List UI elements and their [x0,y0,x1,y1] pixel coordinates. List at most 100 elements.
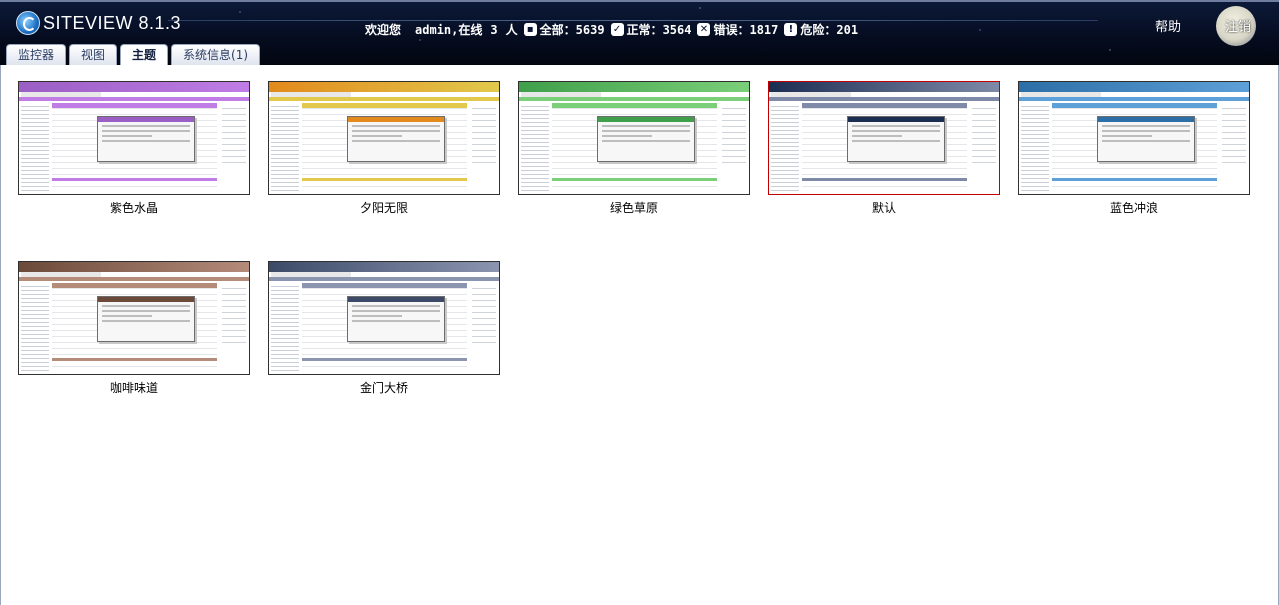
preview-toolbar [1019,97,1249,101]
preview-side-panel [222,103,246,163]
theme-name: 蓝色冲浪 [1109,201,1158,215]
theme-option[interactable]: 默认 [768,81,1000,216]
theme-name: 绿色草原 [609,201,658,215]
app-logo: SITEVIEW 8.1.3 [16,10,181,36]
theme-option[interactable]: 夕阳无限 [268,81,500,216]
preview-table-header [552,103,717,108]
preview-footer [1052,178,1217,181]
preview-tree [271,103,299,191]
theme-option[interactable]: 咖啡味道 [18,261,250,396]
ok-check-icon: ✓ [610,23,624,36]
main-tabs: 监控器 视图 主题 系统信息(1) [6,44,263,65]
ok-label: 正常： [626,23,663,37]
tab-views[interactable]: 视图 [69,44,118,65]
theme-option[interactable]: 蓝色冲浪 [1018,81,1250,216]
preview-table-header [302,103,467,108]
preview-side-panel [722,103,746,163]
preview-tree [21,103,49,191]
preview-table-header [302,283,467,288]
tab-monitors[interactable]: 监控器 [6,44,67,65]
preview-tree [771,103,799,191]
username: admin [415,22,452,37]
theme-preview-thumbnail[interactable] [18,261,250,375]
siteview-logo-icon [16,11,40,35]
theme-option[interactable]: 金门大桥 [268,261,500,396]
preview-header [769,82,999,92]
preview-toolbar [269,277,499,281]
preview-footer [302,178,467,181]
tab-system-info[interactable]: 系统信息(1) [171,44,261,65]
preview-toolbar [519,97,749,101]
preview-tree [271,283,299,371]
theme-preview-thumbnail[interactable] [18,81,250,195]
theme-option[interactable]: 紫色水晶 [18,81,250,216]
preview-toolbar [769,97,999,101]
preview-footer [802,178,967,181]
preview-footer [552,178,717,181]
logout-link[interactable]: 注销 [1225,16,1251,35]
preview-header [19,262,249,272]
monitor-all-icon: ▪ [523,23,537,36]
theme-gallery: 紫色水晶 夕阳无限 绿色草原 默认 蓝色冲浪咖啡味道 金门大桥 [0,65,1279,605]
preview-side-panel [1222,103,1246,163]
danger-label: 危险： [800,23,837,37]
help-link[interactable]: 帮助 [1155,16,1181,35]
preview-dialog [847,116,945,162]
preview-footer [52,358,217,361]
welcome-text: 欢迎您 [365,23,402,37]
theme-preview-thumbnail[interactable] [518,81,750,195]
theme-name: 咖啡味道 [109,381,158,395]
preview-header [269,262,499,272]
preview-dialog [97,116,195,162]
top-header: SITEVIEW 8.1.3 欢迎您 admin ,在线 3 人 ▪ 全部： 5… [0,0,1279,65]
danger-count: 201 [836,22,859,37]
preview-toolbar [19,277,249,281]
preview-side-panel [472,103,496,163]
status-summary: 欢迎您 admin ,在线 3 人 ▪ 全部： 5639 ✓ 正常： 3564 … [365,21,858,38]
theme-preview-thumbnail[interactable] [1018,81,1250,195]
preview-footer [302,358,467,361]
preview-tree [21,283,49,371]
online-prefix: ,在线 [451,23,483,37]
theme-name: 默认 [871,201,896,215]
preview-toolbar [19,97,249,101]
preview-footer [52,178,217,181]
online-suffix: 人 [505,23,518,37]
online-count: 3 [490,22,498,37]
theme-preview-thumbnail[interactable] [268,261,500,375]
preview-header [519,82,749,92]
total-count: 5639 [575,22,605,37]
theme-name: 夕阳无限 [359,201,408,215]
preview-tree [521,103,549,191]
error-x-icon: ✕ [697,23,711,36]
theme-option[interactable]: 绿色草原 [518,81,750,216]
preview-side-panel [972,103,996,163]
preview-side-panel [222,283,246,343]
preview-table-header [52,103,217,108]
preview-tree [1021,103,1049,191]
preview-table-header [1052,103,1217,108]
logo-text: SITEVIEW 8.1.3 [43,12,182,33]
preview-dialog [347,296,445,342]
theme-name: 紫色水晶 [109,201,158,215]
preview-dialog [97,296,195,342]
preview-toolbar [269,97,499,101]
preview-table-header [52,283,217,288]
preview-table-header [802,103,967,108]
total-label: 全部： [539,23,576,37]
preview-dialog [1097,116,1195,162]
theme-preview-thumbnail[interactable] [268,81,500,195]
preview-dialog [597,116,695,162]
error-count: 1817 [749,22,779,37]
error-label: 错误： [713,23,750,37]
preview-header [1019,82,1249,92]
preview-header [19,82,249,92]
preview-side-panel [472,283,496,343]
preview-dialog [347,116,445,162]
theme-name: 金门大桥 [359,381,408,395]
ok-count: 3564 [662,22,692,37]
danger-exclamation-icon: ! [784,23,798,36]
theme-preview-thumbnail[interactable] [768,81,1000,195]
tab-themes[interactable]: 主题 [120,44,169,65]
preview-header [269,82,499,92]
